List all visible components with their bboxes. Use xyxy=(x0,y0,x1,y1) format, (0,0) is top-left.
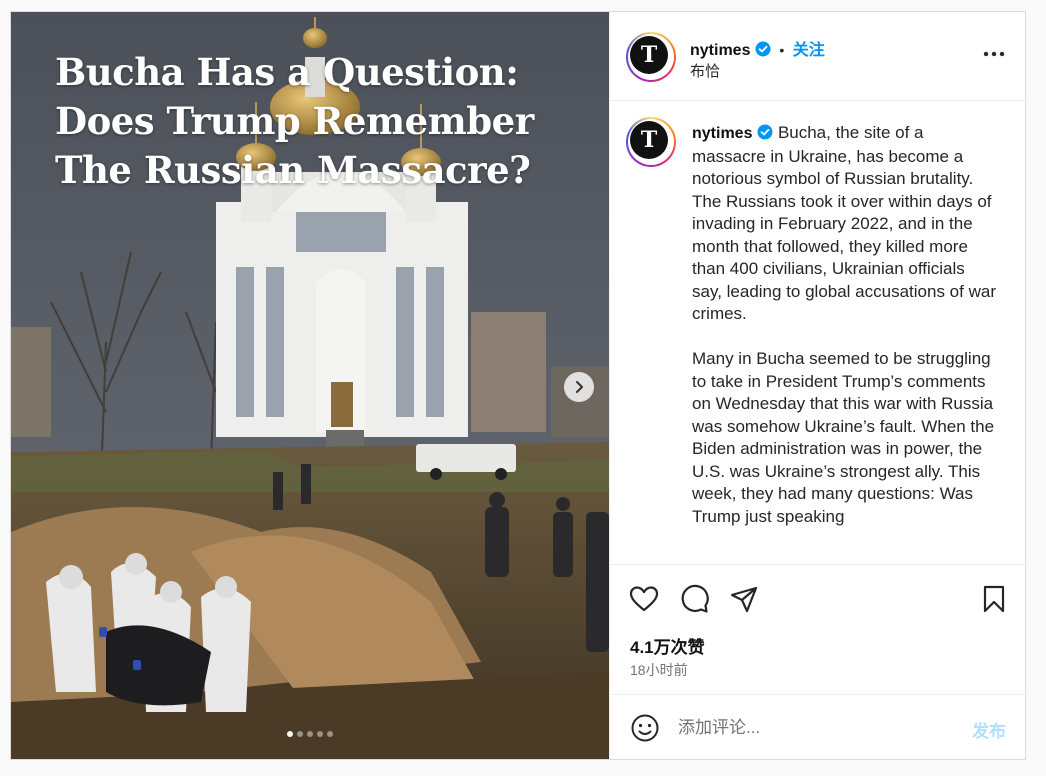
caption-text: nytimes Bucha, the site of a massacre in… xyxy=(692,122,997,551)
post-comment-button[interactable]: 发布 xyxy=(972,717,1006,742)
verified-badge-icon xyxy=(755,41,771,57)
chevron-right-icon xyxy=(576,381,583,393)
verified-badge-icon xyxy=(757,124,773,140)
like-heart-icon[interactable] xyxy=(628,583,660,615)
share-send-icon[interactable] xyxy=(728,583,760,615)
post-timestamp[interactable]: 18小时前 xyxy=(630,660,688,680)
header-username[interactable]: nytimes xyxy=(690,42,750,59)
avatar[interactable]: T xyxy=(626,32,676,82)
nyt-watermark-icon xyxy=(546,698,572,726)
nyt-logo-icon: T xyxy=(630,121,668,159)
caption-paragraph: Many in Bucha seemed to be struggling to… xyxy=(692,349,995,526)
save-bookmark-icon[interactable] xyxy=(978,583,1010,615)
follow-button[interactable]: 关注 xyxy=(793,42,825,59)
carousel-dot xyxy=(307,731,313,737)
headline-line: Bucha Has a Question: xyxy=(55,50,519,94)
separator-dot: • xyxy=(779,42,785,58)
comment-bubble-icon[interactable] xyxy=(678,583,710,615)
post-header: T nytimes • 关注 布恰 xyxy=(610,12,1026,101)
post-sidebar: T nytimes • 关注 布恰 T nytimes Bucha, the s… xyxy=(609,12,1026,759)
nyt-logo-icon: T xyxy=(630,36,668,74)
carousel-dot xyxy=(327,731,333,737)
image-headline: Bucha Has a Question: Does Trump Remembe… xyxy=(55,48,555,195)
caption-paragraph: Bucha, the site of a massacre in Ukraine… xyxy=(692,123,996,323)
caption-avatar[interactable]: T xyxy=(626,117,676,167)
carousel-indicator xyxy=(11,731,609,737)
caption-username[interactable]: nytimes xyxy=(692,125,752,142)
next-slide-button[interactable] xyxy=(564,372,594,402)
post-image[interactable]: Bucha Has a Question: Does Trump Remembe… xyxy=(11,12,609,759)
comment-input[interactable] xyxy=(678,715,948,741)
emoji-icon[interactable] xyxy=(630,713,660,743)
carousel-dot xyxy=(287,731,293,737)
headline-line: The Russian Massacre? xyxy=(55,148,531,192)
like-count[interactable]: 4.1万次赞 xyxy=(630,633,705,658)
caption-scroll-area[interactable]: T nytimes Bucha, the site of a massacre … xyxy=(610,101,1026,563)
action-bar: 4.1万次赞 18小时前 xyxy=(610,564,1026,695)
carousel-dot xyxy=(297,731,303,737)
carousel-dot xyxy=(317,731,323,737)
comment-box: 发布 xyxy=(610,694,1026,760)
more-options-icon[interactable] xyxy=(980,44,1008,64)
instagram-post: Bucha Has a Question: Does Trump Remembe… xyxy=(10,11,1026,760)
headline-line: Does Trump Remember xyxy=(55,99,534,143)
location-link[interactable]: 布恰 xyxy=(690,60,720,81)
